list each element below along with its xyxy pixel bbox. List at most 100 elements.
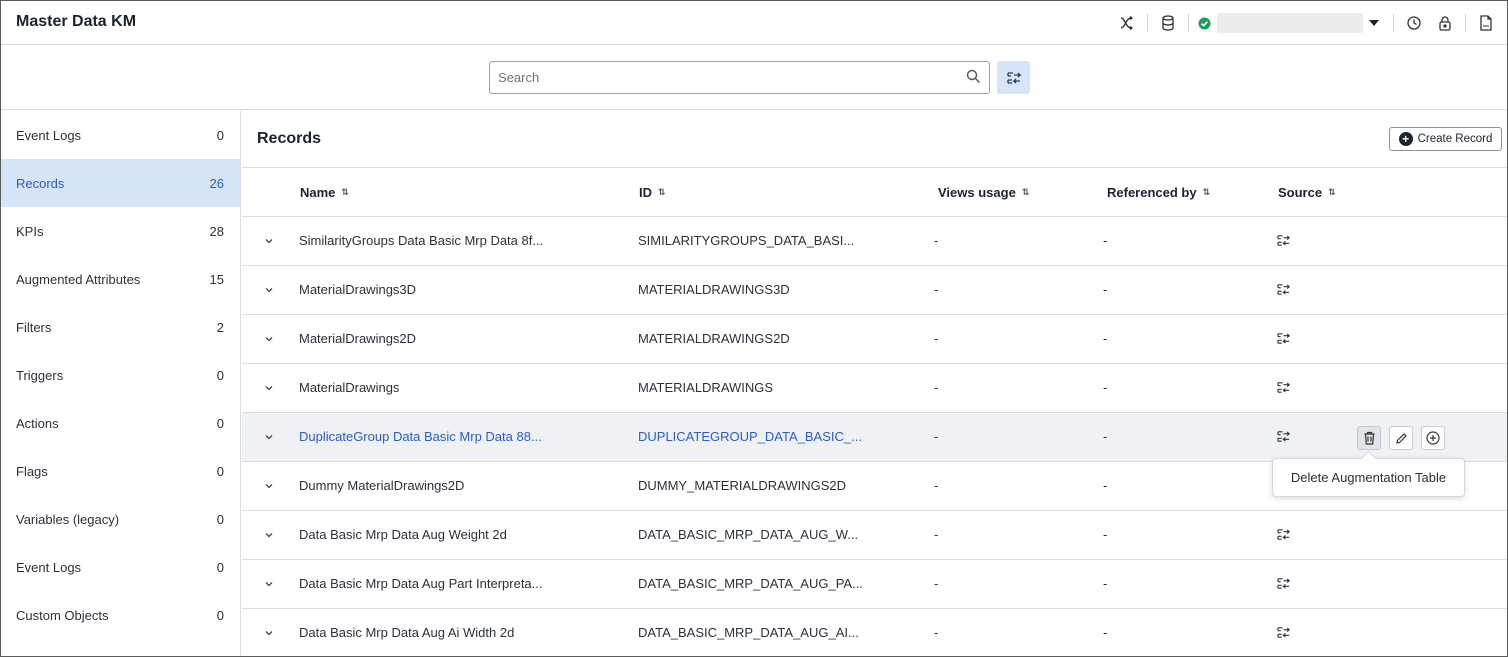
sidebar-item-count: 28 bbox=[209, 223, 224, 239]
search-bar bbox=[1, 45, 1507, 110]
record-name[interactable]: MaterialDrawings bbox=[299, 380, 399, 395]
record-name[interactable]: Dummy MaterialDrawings2D bbox=[299, 478, 464, 493]
sidebar-item-label: Custom Objects bbox=[16, 607, 109, 623]
sidebar-item-count: 0 bbox=[216, 127, 224, 143]
create-record-button[interactable]: + Create Record bbox=[1389, 127, 1502, 151]
sidebar-item-label: Records bbox=[16, 175, 65, 191]
sidebar-item-label: Variables (legacy) bbox=[16, 511, 120, 527]
sidebar-item-count: 0 bbox=[216, 511, 224, 527]
table-row[interactable]: MaterialDrawings3D MATERIALDRAWINGS3D - - bbox=[242, 266, 1507, 315]
record-id: MATERIALDRAWINGS bbox=[638, 380, 774, 395]
history-icon[interactable] bbox=[1401, 10, 1427, 36]
record-id: MATERIALDRAWINGS3D bbox=[638, 282, 790, 297]
column-header-name[interactable]: Name ⇅ bbox=[300, 185, 349, 200]
chevron-down-icon[interactable] bbox=[264, 234, 274, 249]
column-header-views[interactable]: Views usage ⇅ bbox=[938, 185, 1029, 200]
sidebar-item-label: KPIs bbox=[16, 223, 44, 239]
delete-button[interactable] bbox=[1357, 426, 1381, 450]
sidebar-item-count: 26 bbox=[209, 175, 224, 191]
record-name[interactable]: DuplicateGroup Data Basic Mrp Data 88... bbox=[299, 429, 542, 444]
views-usage: - bbox=[934, 625, 939, 640]
record-id: DATA_BASIC_MRP_DATA_AUG_AI... bbox=[638, 625, 859, 640]
environment-name bbox=[1217, 13, 1363, 33]
divider bbox=[1188, 14, 1189, 32]
record-name[interactable]: MaterialDrawings2D bbox=[299, 331, 416, 346]
file-icon[interactable] bbox=[1473, 10, 1499, 36]
sidebar-item-count: 0 bbox=[216, 463, 224, 479]
chevron-down-icon[interactable] bbox=[264, 528, 274, 543]
sidebar-item-count: 0 bbox=[216, 367, 224, 383]
source-icon bbox=[1276, 283, 1291, 299]
views-usage: - bbox=[934, 282, 939, 297]
chevron-down-icon[interactable] bbox=[264, 430, 274, 445]
views-usage: - bbox=[934, 478, 939, 493]
main-panel: Records + Create Record Name ⇅ ID ⇅ Views … bbox=[242, 111, 1507, 656]
sidebar-item[interactable]: Event Logs 0 bbox=[1, 111, 240, 159]
sidebar: Event Logs 0 Records 26 KPIs 28 Augmented Attr… bbox=[1, 111, 241, 656]
table-row[interactable]: DuplicateGroup Data Basic Mrp Data 88...… bbox=[242, 413, 1507, 462]
referenced-by: - bbox=[1103, 576, 1108, 591]
record-id: DATA_BASIC_MRP_DATA_AUG_W... bbox=[638, 527, 859, 542]
trash-icon bbox=[1364, 431, 1374, 445]
referenced-by: - bbox=[1103, 331, 1108, 346]
sidebar-item[interactable]: Event Logs 0 bbox=[1, 543, 240, 591]
views-usage: - bbox=[934, 380, 939, 395]
record-name[interactable]: MaterialDrawings3D bbox=[299, 282, 416, 297]
sidebar-item-label: Event Logs bbox=[16, 559, 82, 575]
sidebar-item[interactable]: Custom Objects 0 bbox=[1, 591, 240, 639]
table-body: SimilarityGroups Data Basic Mrp Data 8f.… bbox=[242, 217, 1507, 656]
record-name[interactable]: Data Basic Mrp Data Aug Part Interpreta.… bbox=[299, 576, 543, 591]
chevron-down-icon[interactable] bbox=[264, 479, 274, 494]
search-field bbox=[489, 61, 990, 94]
record-id: DUMMY_MATERIALDRAWINGS2D bbox=[638, 478, 847, 493]
table-row[interactable]: MaterialDrawings MATERIALDRAWINGS - - bbox=[242, 364, 1507, 413]
database-icon[interactable] bbox=[1155, 10, 1181, 36]
status-ok-icon bbox=[1198, 17, 1211, 29]
chevron-down-icon[interactable] bbox=[264, 577, 274, 592]
record-id: SIMILARITYGROUPS_DATA_BASI... bbox=[638, 233, 855, 248]
record-name[interactable]: Data Basic Mrp Data Aug Weight 2d bbox=[299, 527, 507, 542]
edit-button[interactable] bbox=[1389, 426, 1413, 450]
environment-select[interactable] bbox=[1198, 13, 1379, 33]
add-button[interactable] bbox=[1421, 426, 1445, 450]
chevron-down-icon[interactable] bbox=[264, 332, 274, 347]
table-row[interactable]: Data Basic Mrp Data Aug Part Interpreta.… bbox=[242, 560, 1507, 609]
column-header-source[interactable]: Source ⇅ bbox=[1278, 185, 1336, 200]
table-row[interactable]: SimilarityGroups Data Basic Mrp Data 8f.… bbox=[242, 217, 1507, 266]
sidebar-item[interactable]: Triggers 0 bbox=[1, 351, 240, 399]
record-name[interactable]: Data Basic Mrp Data Aug Ai Width 2d bbox=[299, 625, 514, 640]
search-input[interactable] bbox=[490, 62, 950, 93]
lock-icon[interactable] bbox=[1432, 10, 1458, 36]
sidebar-item-label: Filters bbox=[16, 319, 52, 335]
sidebar-item[interactable]: Records 26 bbox=[1, 159, 240, 207]
record-id: DUPLICATEGROUP_DATA_BASIC_... bbox=[638, 429, 862, 444]
chevron-down-icon[interactable] bbox=[264, 381, 274, 396]
source-icon bbox=[1006, 71, 1022, 84]
divider bbox=[1465, 14, 1466, 32]
referenced-by: - bbox=[1103, 380, 1108, 395]
column-header-referenced-by[interactable]: Referenced by ⇅ bbox=[1107, 185, 1210, 200]
chevron-down-icon[interactable] bbox=[264, 626, 274, 641]
views-usage: - bbox=[934, 527, 939, 542]
referenced-by: - bbox=[1103, 429, 1108, 444]
column-header-id[interactable]: ID ⇅ bbox=[639, 185, 665, 200]
record-name[interactable]: SimilarityGroups Data Basic Mrp Data 8f.… bbox=[299, 233, 543, 248]
referenced-by: - bbox=[1103, 282, 1108, 297]
views-usage: - bbox=[934, 331, 939, 346]
sidebar-item[interactable]: Filters 2 bbox=[1, 303, 240, 351]
sidebar-item[interactable]: Actions 0 bbox=[1, 399, 240, 447]
sidebar-item[interactable]: KPIs 28 bbox=[1, 207, 240, 255]
sidebar-item[interactable]: Variables (legacy) 0 bbox=[1, 495, 240, 543]
table-row[interactable]: Data Basic Mrp Data Aug Weight 2d DATA_BA… bbox=[242, 511, 1507, 560]
sidebar-item-count: 0 bbox=[216, 559, 224, 575]
sidebar-item[interactable]: Flags 0 bbox=[1, 447, 240, 495]
shuffle-icon[interactable] bbox=[1114, 10, 1140, 36]
sidebar-item[interactable]: Augmented Attributes 15 bbox=[1, 255, 240, 303]
source-icon bbox=[1276, 381, 1291, 397]
chevron-down-icon[interactable] bbox=[264, 283, 274, 298]
app-window: Master Data KM Search Event Logs 0 Recor… bbox=[0, 0, 1508, 657]
table-row[interactable]: MaterialDrawings2D MATERIALDRAWINGS2D - - bbox=[242, 315, 1507, 364]
source-filter-button[interactable] bbox=[997, 61, 1030, 94]
search-icon[interactable] bbox=[966, 69, 981, 87]
table-row[interactable]: Data Basic Mrp Data Aug Ai Width 2d DATA_… bbox=[242, 609, 1507, 656]
